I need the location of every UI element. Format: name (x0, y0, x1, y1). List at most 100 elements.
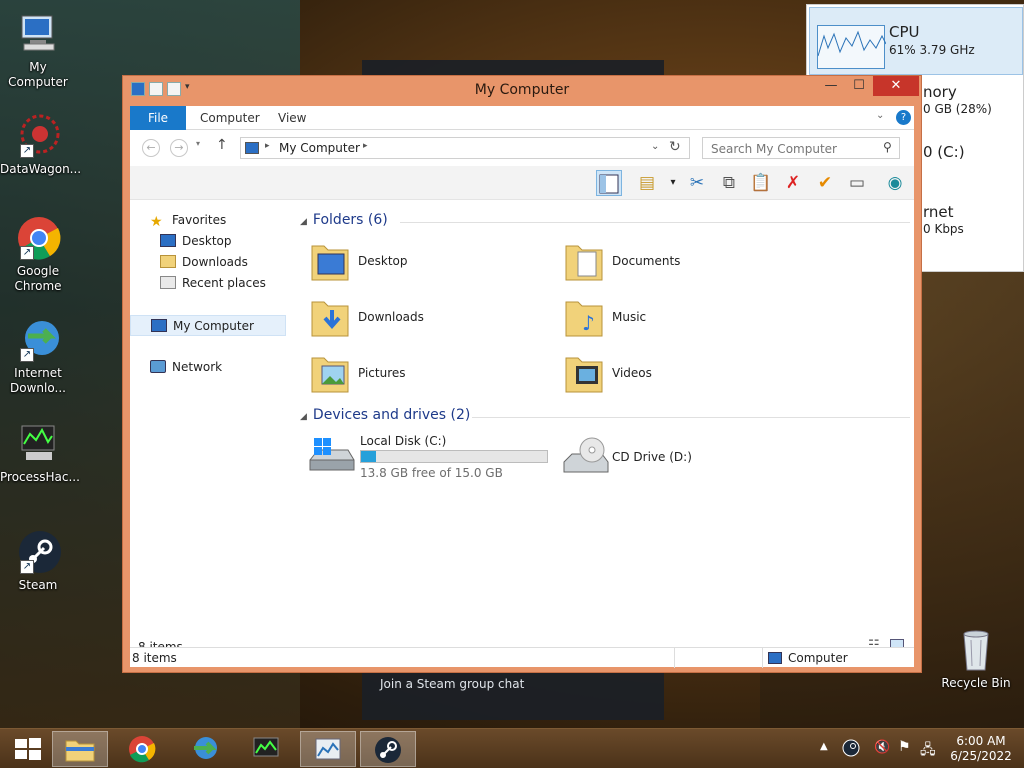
ethernet-label: rnet (923, 203, 954, 221)
ribbon-expand-icon[interactable]: ⌄ (876, 110, 884, 121)
folder-label: Downloads (358, 310, 424, 324)
collapse-icon[interactable]: ◢ (300, 412, 307, 422)
downloads-folder-icon (160, 255, 176, 268)
action-center-flag-icon[interactable]: ⚑ (898, 739, 911, 768)
rename-icon[interactable]: ▭ (844, 170, 870, 196)
title-bar[interactable]: ▾ My Computer — ☐ ✕ (123, 76, 921, 104)
folders-group-header[interactable]: ◢ Folders (6) (300, 212, 910, 232)
desktop-icon-datawagon[interactable]: ↗ DataWagon... (0, 112, 82, 177)
address-row: ← → ▾ ↑ ▸ My Computer ▸ ⌄ ↻ Search My Co… (130, 130, 914, 166)
devices-group-header[interactable]: ◢ Devices and drives (2) (300, 407, 910, 427)
maximize-button[interactable]: ☐ (845, 76, 873, 96)
cpu-graph (817, 25, 887, 69)
checkmark-icon[interactable]: ✔ (812, 170, 838, 196)
desktop-icon-steam[interactable]: ↗ Steam (0, 528, 76, 593)
refresh-icon[interactable]: ↻ (669, 139, 681, 155)
show-hidden-icons[interactable]: ▲ (820, 741, 828, 768)
folder-label: Music (612, 310, 647, 324)
nav-recent-places[interactable]: Recent places (130, 273, 290, 294)
drive-c-name: Local Disk (C:) (360, 434, 447, 448)
nav-label: My Computer (173, 319, 254, 333)
copy-icon[interactable]: ⧉ (716, 170, 742, 196)
steam-chat-text[interactable]: Join a Steam group chat (380, 677, 524, 691)
desktop-folder-icon (308, 240, 352, 284)
folder-item-music[interactable]: ♪ Music (562, 294, 812, 346)
desktop-icon-label: DataWagon... (0, 162, 82, 176)
desktop-icon-recycle-bin[interactable]: Recycle Bin (936, 626, 1016, 691)
folder-options-dropdown-icon[interactable]: ▾ (660, 170, 686, 196)
breadcrumb-separator-icon[interactable]: ▸ (265, 141, 270, 151)
close-button[interactable]: ✕ (873, 76, 919, 96)
paste-icon[interactable]: 📋 (748, 170, 774, 196)
recent-places-icon (160, 276, 176, 289)
cd-drive-icon (562, 434, 609, 478)
desktop-icon-google-chrome[interactable]: ↗ Google Chrome (0, 214, 76, 294)
desktop-icon-label: Google Chrome (14, 264, 62, 293)
folder-item-videos[interactable]: Videos (562, 350, 812, 402)
address-bar[interactable]: ▸ My Computer ▸ ⌄ ↻ (240, 137, 690, 159)
idm-icon: ↗ (14, 316, 62, 364)
tab-view[interactable]: View (268, 106, 316, 130)
preview-pane-icon[interactable] (596, 170, 622, 196)
address-dropdown-icon[interactable]: ⌄ (651, 141, 659, 152)
breadcrumb-chevron-icon[interactable]: ▸ (363, 141, 368, 151)
forward-button[interactable]: → (170, 139, 188, 157)
search-input[interactable]: Search My Computer ⚲ (702, 137, 900, 159)
start-button[interactable] (0, 731, 56, 767)
desktop-icon-processhacker[interactable]: ProcessHac... (0, 420, 80, 485)
explorer-window[interactable]: ▾ My Computer — ☐ ✕ File Computer View ⌄… (122, 75, 922, 673)
status-computer-icon (768, 652, 782, 664)
taskbar-steam[interactable] (360, 731, 416, 767)
nav-label: Desktop (182, 234, 232, 248)
delete-icon[interactable]: ✗ (780, 170, 806, 196)
nav-desktop[interactable]: Desktop (130, 231, 290, 252)
nav-my-computer[interactable]: My Computer (130, 315, 286, 336)
chrome-icon: ↗ (14, 214, 62, 262)
taskbar-chrome[interactable] (114, 731, 170, 767)
nav-favorites[interactable]: ★ Favorites (130, 210, 290, 231)
cpu-label: CPU (889, 23, 920, 41)
nav-downloads[interactable]: Downloads (130, 252, 290, 273)
address-text[interactable]: My Computer (279, 141, 360, 155)
clock[interactable]: 6:00 AM 6/25/2022 (948, 734, 1014, 768)
network-icon[interactable]: 🖧 (920, 739, 936, 768)
taskbar-processhacker[interactable] (238, 731, 294, 767)
folder-item-downloads[interactable]: Downloads (308, 294, 558, 346)
up-button[interactable]: ↑ (216, 137, 228, 153)
collapse-icon[interactable]: ◢ (300, 217, 307, 227)
cpu-value: 61% 3.79 GHz (889, 43, 975, 57)
windows-logo-icon (15, 738, 41, 760)
back-button[interactable]: ← (142, 139, 160, 157)
local-disk-icon (308, 434, 355, 478)
file-explorer-icon (65, 740, 95, 762)
taskbar-task-manager[interactable] (300, 731, 356, 767)
nav-label: Favorites (172, 213, 227, 227)
tab-file[interactable]: File (130, 106, 186, 130)
search-icon[interactable]: ⚲ (883, 140, 892, 154)
nav-network[interactable]: Network (130, 357, 290, 378)
drive-item-c[interactable]: Local Disk (C:) 13.8 GB free of 15.0 GB (308, 432, 568, 484)
group-title: Folders (6) (312, 212, 388, 228)
steam-icon (375, 737, 401, 763)
shell-icon[interactable]: ◉ (882, 170, 908, 196)
cut-icon[interactable]: ✂ (684, 170, 710, 196)
folder-options-icon[interactable]: ▤ (634, 170, 660, 196)
tray-steam-icon[interactable] (842, 739, 860, 768)
help-icon[interactable]: ? (896, 110, 911, 125)
minimize-button[interactable]: — (817, 76, 845, 96)
desktop-icon-internet-download-manager[interactable]: ↗ Internet Downlo... (0, 316, 76, 396)
drive-item-d[interactable]: CD Drive (D:) (562, 432, 812, 484)
recent-locations-icon[interactable]: ▾ (196, 139, 200, 148)
folder-item-documents[interactable]: Documents (562, 238, 812, 290)
processhacker-icon (14, 420, 62, 468)
desktop-icon-my-computer[interactable]: My Computer (0, 10, 76, 90)
folder-item-desktop[interactable]: Desktop (308, 238, 558, 290)
folder-label: Desktop (358, 254, 408, 268)
folder-item-pictures[interactable]: Pictures (308, 350, 558, 402)
taskbar-file-explorer[interactable] (52, 731, 108, 767)
volume-muted-icon[interactable]: 🔇 (874, 740, 890, 768)
taskbar-internet-download-manager[interactable] (176, 731, 232, 767)
tab-computer[interactable]: Computer (190, 106, 270, 130)
ethernet-value: 0 Kbps (923, 222, 964, 236)
status-location: Computer (788, 651, 848, 665)
